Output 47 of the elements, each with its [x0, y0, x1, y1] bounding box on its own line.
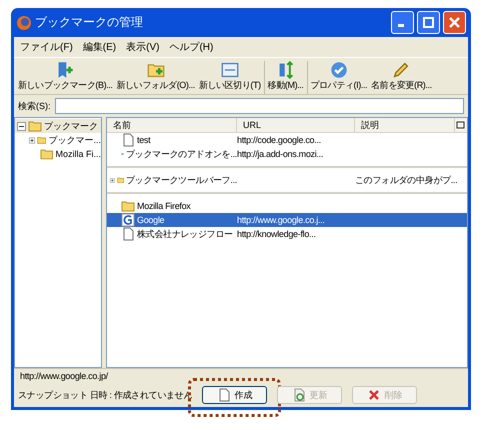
- menu-item[interactable]: ヘルプ(H): [169, 40, 214, 54]
- pencil-icon: [392, 61, 410, 79]
- collapse-icon[interactable]: [17, 122, 26, 130]
- expand-icon[interactable]: [110, 176, 115, 184]
- menu-item[interactable]: 表示(V): [126, 40, 160, 54]
- close-icon: [366, 388, 381, 402]
- close-button[interactable]: [443, 11, 466, 34]
- window-icon: [220, 61, 239, 79]
- check-circle-icon: [330, 61, 348, 79]
- toolbar-button[interactable]: 移動(M)...: [266, 61, 306, 94]
- maximize-icon: [423, 17, 434, 28]
- toolbar-button[interactable]: 名前を変更(R)...: [369, 61, 434, 94]
- toolbar-button[interactable]: 新しいフォルダ(O)...: [114, 61, 197, 94]
- g-logo-icon: [121, 213, 135, 227]
- search-field[interactable]: [54, 98, 464, 114]
- folder-icon: [40, 147, 54, 161]
- column-header[interactable]: URL: [237, 118, 355, 132]
- refresh-icon: [292, 388, 306, 402]
- tree-item[interactable]: Mozilla Fi...: [15, 147, 101, 161]
- column-header[interactable]: 名前: [107, 118, 237, 132]
- menu-item[interactable]: 編集(E): [82, 40, 116, 54]
- folder-plus-icon: [146, 61, 165, 79]
- window-title: ブックマークの管理: [35, 14, 144, 31]
- bookmark-row[interactable]: ブックマークのアドオンを...http://ja.add-ons.mozi...: [107, 147, 467, 161]
- bookmark-row[interactable]: Mozilla Firefox: [107, 199, 467, 213]
- bookmark-row[interactable]: ブックマークツールバーフ... このフォルダの中身がブ...: [107, 173, 467, 187]
- toolbar-button[interactable]: 新しい区切り(T): [196, 61, 263, 94]
- snapshot-button[interactable]: 作成: [202, 386, 268, 404]
- bookmark-row[interactable]: test http://code.google.co...: [107, 133, 467, 147]
- column-header[interactable]: 説明: [355, 118, 455, 132]
- menu-item[interactable]: ファイル(F): [20, 40, 73, 54]
- status-bar: http://www.google.co.jp/: [14, 368, 468, 383]
- toolbar-button[interactable]: 新しいブックマーク(B)...: [16, 61, 114, 94]
- page-icon: [216, 388, 231, 402]
- tree-item[interactable]: ブックマーク: [15, 119, 101, 133]
- maximize-button[interactable]: [417, 11, 440, 34]
- bookmark-plus-icon: [56, 61, 74, 79]
- tree-item[interactable]: ブックマー...: [15, 133, 101, 147]
- toolbar-button[interactable]: プロパティ(I)...: [308, 61, 370, 94]
- expand-icon[interactable]: [29, 136, 36, 144]
- bookmark-row[interactable]: 株式会社ナレッジフロー http://knowledge-flo...: [107, 227, 467, 241]
- move-arrows-icon: [276, 61, 295, 79]
- search-label: 検索(S):: [18, 100, 50, 112]
- close-icon: [449, 17, 460, 28]
- browser-logo-icon: [16, 14, 32, 30]
- minimize-button[interactable]: [391, 11, 414, 34]
- bookmark-row[interactable]: Google http://www.google.co.j...: [107, 213, 467, 227]
